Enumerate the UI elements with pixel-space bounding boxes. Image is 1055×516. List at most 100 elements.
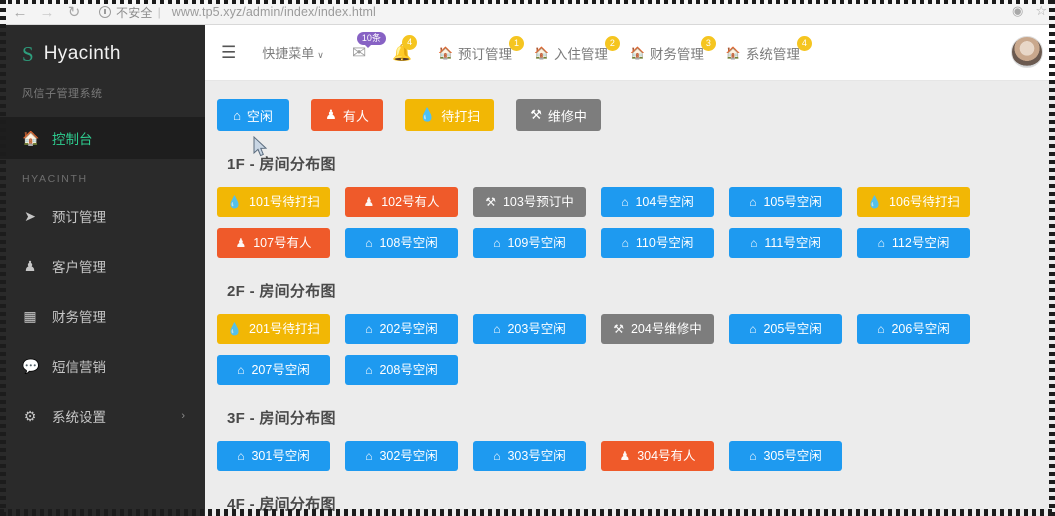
home-icon: ⌂ bbox=[365, 322, 373, 336]
header-nav-booking[interactable]: 🏠 预订管理 1 bbox=[438, 35, 524, 63]
room-button[interactable]: ⌂ 302号空闲 bbox=[345, 441, 458, 471]
legend-label: 空闲 bbox=[246, 108, 273, 124]
tint-icon: 💧 bbox=[227, 195, 243, 209]
sidebar-item-label: 短信营销 bbox=[52, 360, 106, 375]
room-button[interactable]: ⌂ 109号空闲 bbox=[473, 228, 586, 258]
room-label: 106号待打扫 bbox=[889, 194, 960, 209]
star-icon[interactable]: ☆ bbox=[1035, 3, 1047, 19]
room-button[interactable]: ⌂ 305号空闲 bbox=[729, 441, 842, 471]
home-icon: ⌂ bbox=[749, 195, 757, 209]
room-button[interactable]: ♟ 304号有人 bbox=[601, 441, 714, 471]
room-button[interactable]: ⌂ 104号空闲 bbox=[601, 187, 714, 217]
room-button[interactable]: ⌂ 208号空闲 bbox=[345, 355, 458, 385]
user-icon: ♟ bbox=[325, 107, 337, 122]
header-nav-checkin[interactable]: 🏠 入住管理 2 bbox=[534, 35, 620, 63]
room-label: 201号待打扫 bbox=[249, 321, 320, 336]
room-button[interactable]: ⚒ 103号预订中 bbox=[473, 187, 586, 217]
home-icon: 🏠 bbox=[438, 45, 453, 60]
room-label: 202号空闲 bbox=[379, 321, 438, 336]
home-icon: ⌂ bbox=[365, 449, 373, 463]
messages-button[interactable]: 10条 ✉ bbox=[352, 31, 386, 63]
legend-occupied[interactable]: ♟ 有人 bbox=[311, 99, 383, 131]
header-nav-label: 入住管理 bbox=[553, 46, 608, 62]
cast-icon[interactable]: ◉ bbox=[1012, 3, 1023, 19]
home-icon: ⌂ bbox=[493, 322, 501, 336]
brand-subtitle: 风信子管理系统 bbox=[22, 88, 103, 100]
credit-card-icon: ▦ bbox=[23, 307, 37, 324]
sidebar-item-booking[interactable]: ➤ 预订管理 bbox=[0, 195, 205, 237]
notifications-button[interactable]: 4 🔔 bbox=[392, 34, 418, 63]
header-nav-system[interactable]: 🏠 系统管理 4 bbox=[726, 35, 812, 63]
sidebar-item-settings[interactable]: ⚙ 系统设置 › bbox=[0, 395, 205, 437]
hamburger-icon[interactable]: ☰ bbox=[221, 43, 236, 63]
room-button[interactable]: ⌂ 207号空闲 bbox=[217, 355, 330, 385]
room-button[interactable]: ⌂ 110号空闲 bbox=[601, 228, 714, 258]
floor-sections: 1F - 房间分布图 💧 101号待打扫 ♟ 102号有人 ⚒ 103号预订中 ⌂ 104号空闲… bbox=[205, 131, 1055, 516]
room-label: 104号空闲 bbox=[635, 194, 694, 209]
room-button[interactable]: ⌂ 112号空闲 bbox=[857, 228, 970, 258]
reload-icon[interactable]: ↻ bbox=[66, 5, 82, 20]
legend-free[interactable]: ⌂ 空闲 bbox=[217, 99, 289, 131]
room-button[interactable]: ⌂ 108号空闲 bbox=[345, 228, 458, 258]
room-button[interactable]: ⌂ 202号空闲 bbox=[345, 314, 458, 344]
back-arrow-icon[interactable]: ← bbox=[12, 5, 28, 20]
home-icon: ⌂ bbox=[365, 236, 373, 250]
room-button[interactable]: ⌂ 205号空闲 bbox=[729, 314, 842, 344]
header-nav-finance[interactable]: 🏠 财务管理 3 bbox=[630, 35, 716, 63]
room-grid: 💧 201号待打扫 ⌂ 202号空闲 ⌂ 203号空闲 ⚒ 204号维修中 ⌂ 205号空闲 ⌂ 20… bbox=[205, 301, 1045, 385]
room-label: 301号空闲 bbox=[251, 448, 310, 463]
tint-icon: 💧 bbox=[419, 107, 436, 122]
sidebar-item-finance[interactable]: ▦ 财务管理 bbox=[0, 295, 205, 337]
room-button[interactable]: ⚒ 204号维修中 bbox=[601, 314, 714, 344]
security-indicator[interactable]: 不安全 | bbox=[99, 4, 161, 21]
top-header: ☰ 快捷菜单 ∨ 10条 ✉ 4 🔔 🏠 预订管理 1 🏠 入住管理 2 🏠 财务… bbox=[205, 25, 1055, 81]
tint-icon: 💧 bbox=[227, 322, 243, 336]
legend-maintenance[interactable]: ⚒ 维修中 bbox=[516, 99, 601, 131]
room-button[interactable]: ⌂ 301号空闲 bbox=[217, 441, 330, 471]
room-button[interactable]: ⌂ 203号空闲 bbox=[473, 314, 586, 344]
home-icon: 🏠 bbox=[22, 129, 40, 146]
room-button[interactable]: ♟ 102号有人 bbox=[345, 187, 458, 217]
home-icon: ⌂ bbox=[493, 449, 501, 463]
brand[interactable]: S Hyacinth bbox=[0, 25, 205, 83]
room-button[interactable]: ⌂ 111号空闲 bbox=[729, 228, 842, 258]
room-button[interactable]: ⌂ 105号空闲 bbox=[729, 187, 842, 217]
forward-arrow-icon[interactable]: → bbox=[39, 5, 55, 20]
quick-menu-dropdown[interactable]: 快捷菜单 ∨ bbox=[262, 43, 324, 62]
sidebar-item-sms[interactable]: 💬 短信营销 bbox=[0, 345, 205, 387]
floor-title: 3F - 房间分布图 bbox=[227, 410, 336, 427]
room-label: 110号空闲 bbox=[635, 235, 694, 250]
home-icon: ⌂ bbox=[233, 107, 241, 123]
header-nav-label: 系统管理 bbox=[745, 46, 800, 62]
room-button[interactable]: ⌂ 206号空闲 bbox=[857, 314, 970, 344]
room-button[interactable]: ♟ 107号有人 bbox=[217, 228, 330, 258]
room-label: 103号预订中 bbox=[502, 194, 574, 209]
sidebar-item-label: 控制台 bbox=[52, 132, 93, 147]
app-window: ← → ↻ 不安全 | www.tp5.xyz/admin/index/inde… bbox=[0, 0, 1055, 516]
sidebar-item-dashboard[interactable]: 🏠 控制台 bbox=[0, 117, 205, 159]
browser-toolbar-right: ◉ ☆ bbox=[1012, 3, 1047, 19]
sidebar-section-label: HYACINTH bbox=[22, 173, 88, 185]
address-bar-url[interactable]: www.tp5.xyz/admin/index/index.html bbox=[172, 5, 376, 19]
legend-cleaning[interactable]: 💧 待打扫 bbox=[405, 99, 495, 131]
home-icon: ⌂ bbox=[877, 322, 885, 336]
room-label: 102号有人 bbox=[381, 194, 440, 209]
room-label: 109号空闲 bbox=[507, 235, 566, 250]
room-button[interactable]: 💧 101号待打扫 bbox=[217, 187, 330, 217]
user-icon: ♟ bbox=[363, 195, 375, 209]
avatar[interactable] bbox=[1011, 36, 1043, 68]
floor-title: 1F - 房间分布图 bbox=[227, 156, 336, 173]
info-circle-icon bbox=[99, 6, 111, 18]
room-button[interactable]: ⌂ 303号空闲 bbox=[473, 441, 586, 471]
sidebar: S Hyacinth 风信子管理系统 🏠 控制台 HYACINTH ➤ 预订管理… bbox=[0, 25, 205, 516]
user-icon: ♟ bbox=[23, 257, 37, 274]
floor-title: 2F - 房间分布图 bbox=[227, 283, 336, 300]
wrench-icon: ⚒ bbox=[613, 322, 624, 336]
room-button[interactable]: 💧 106号待打扫 bbox=[857, 187, 970, 217]
room-button[interactable]: 💧 201号待打扫 bbox=[217, 314, 330, 344]
sidebar-item-label: 系统设置 bbox=[52, 410, 106, 425]
sidebar-item-customer[interactable]: ♟ 客户管理 bbox=[0, 245, 205, 287]
room-label: 305号空闲 bbox=[763, 448, 822, 463]
room-label: 111号空闲 bbox=[764, 235, 821, 250]
room-grid: 💧 101号待打扫 ♟ 102号有人 ⚒ 103号预订中 ⌂ 104号空闲 ⌂ 105号空闲 💧 10… bbox=[205, 174, 1045, 258]
